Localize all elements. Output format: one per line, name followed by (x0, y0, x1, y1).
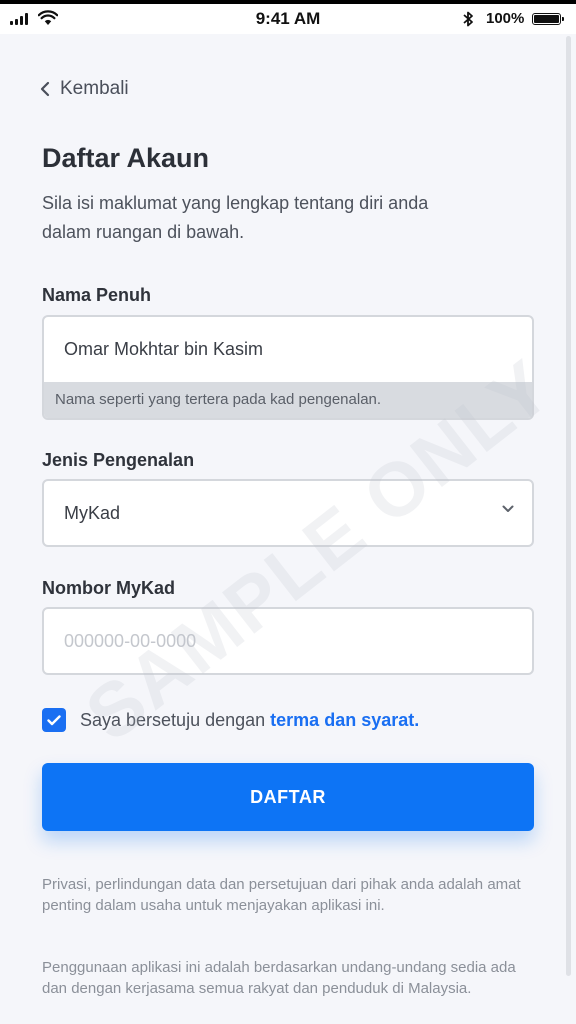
name-helper-text: Nama seperti yang tertera pada kad penge… (44, 382, 532, 418)
terms-link[interactable]: terma dan syarat. (270, 710, 419, 730)
terms-agreement-row: Saya bersetuju dengan terma dan syarat. (42, 708, 419, 732)
id-number-input[interactable] (44, 609, 532, 673)
terms-checkbox[interactable] (42, 708, 66, 732)
chevron-left-icon (40, 81, 50, 97)
id-type-value: MyKad (64, 503, 121, 523)
privacy-notice: Privasi, perlindungan data dan persetuju… (42, 876, 521, 914)
name-label: Nama Penuh (42, 285, 152, 305)
id-number-label: Nombor MyKad (42, 578, 176, 598)
legal-notice: Penggunaan aplikasi ini adalah berdasark… (42, 959, 516, 997)
id-number-field (42, 607, 534, 675)
page-subtitle: Sila isi maklumat yang lengkap tentang d… (42, 193, 429, 242)
chevron-down-icon (502, 505, 514, 512)
page-title: Daftar Akaun (42, 143, 210, 173)
id-type-label: Jenis Pengenalan (42, 450, 195, 470)
status-bar: 9:41 AM 100% (0, 4, 576, 34)
name-field-group: Nama seperti yang tertera pada kad penge… (42, 315, 534, 420)
terms-agree-text: Saya bersetuju dengan (80, 709, 266, 730)
battery-percent: 100% (486, 10, 525, 27)
name-input[interactable] (44, 317, 532, 382)
bluetooth-icon (463, 11, 473, 27)
scrollbar[interactable] (566, 36, 571, 976)
register-button[interactable]: DAFTAR (42, 763, 534, 831)
back-label: Kembali (60, 78, 129, 99)
id-type-select[interactable]: MyKad (42, 479, 534, 547)
back-button[interactable]: Kembali (40, 78, 129, 100)
battery-icon (532, 13, 564, 25)
checkmark-icon (47, 714, 61, 725)
